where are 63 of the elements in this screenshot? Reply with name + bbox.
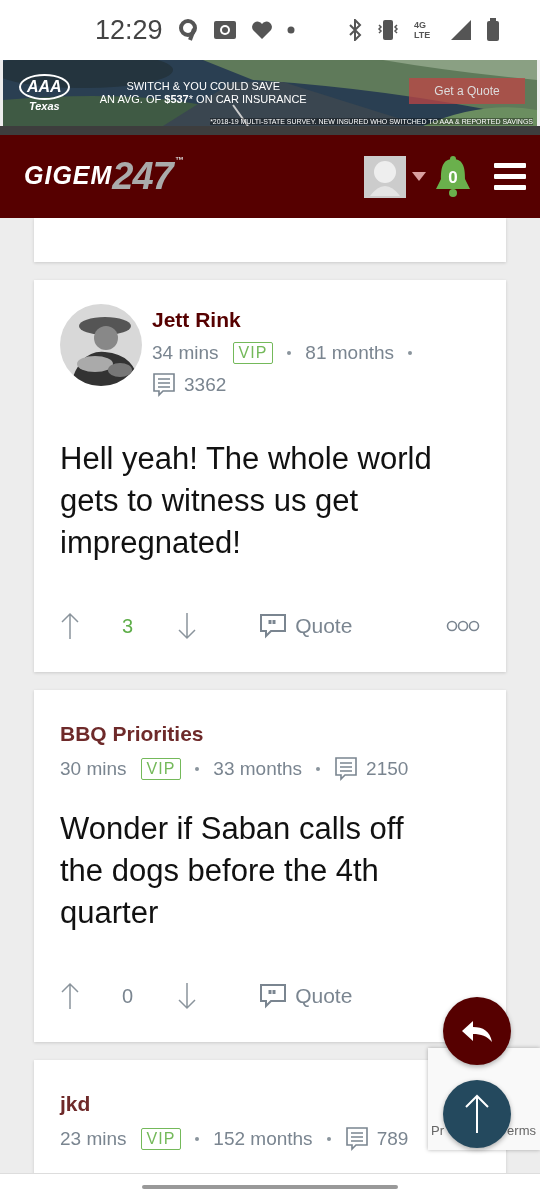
heart-icon [250, 20, 273, 40]
separator-dot [326, 1137, 331, 1141]
separator-dot [195, 767, 200, 771]
ad-region: Texas [28, 100, 60, 112]
ad-headline: AN AVG. OF $537* ON CAR INSURANCE [99, 93, 307, 107]
downvote-icon[interactable] [177, 982, 198, 1010]
post-count: 789 [376, 1128, 409, 1150]
trademark: ™ [174, 155, 184, 165]
dot-icon [286, 26, 295, 34]
separator-dot [195, 1137, 200, 1141]
vip-badge: VIP [232, 342, 274, 364]
clock: 12:29 [95, 14, 163, 46]
logo-number[interactable]: 247 [112, 155, 173, 198]
post-count: 3362 [184, 374, 227, 396]
downvote-icon[interactable] [177, 612, 198, 640]
author-name[interactable]: Jett Rink [152, 308, 480, 332]
post-time: 34 mins [152, 342, 219, 364]
menu-icon[interactable] [494, 162, 526, 191]
upvote-icon[interactable] [60, 982, 80, 1010]
quote-icon [259, 613, 288, 639]
caret-icon[interactable] [412, 172, 426, 181]
network-type: 4G LTE [414, 20, 432, 40]
ad-logo: AAA [19, 74, 70, 100]
vote-score: 3 [122, 614, 134, 638]
member-tenure: 81 months [305, 342, 395, 364]
separator-dot [287, 351, 292, 355]
separator-dot [316, 767, 321, 771]
vip-badge: VIP [140, 1128, 182, 1150]
member-tenure: 33 months [213, 758, 303, 780]
post-time: 23 mins [60, 1128, 127, 1150]
post-body: Hell yeah! The whole world gets to witness us get impregnated! [60, 440, 432, 562]
upvote-icon[interactable] [60, 612, 80, 640]
comment-icon [334, 756, 359, 782]
vibrate-icon [376, 19, 400, 41]
ad-quote-button[interactable]: Get a Quote [409, 78, 525, 104]
battery-icon [486, 18, 500, 42]
home-handle[interactable] [142, 1185, 398, 1189]
comment-icon [344, 1126, 369, 1152]
user-avatar[interactable] [364, 155, 406, 198]
ad-headline: SWITCH & YOU COULD SAVE [126, 79, 280, 93]
author-name[interactable]: jkd [60, 1092, 409, 1116]
recaptcha-link[interactable]: erms [507, 1123, 536, 1138]
quote-icon [259, 983, 288, 1009]
vote-score: 0 [122, 984, 134, 1008]
bluetooth-icon [348, 19, 362, 41]
quote-button[interactable]: Quote [259, 983, 353, 1009]
signal-icon [450, 19, 472, 41]
post-time: 30 mins [60, 758, 127, 780]
camera-icon [212, 20, 237, 40]
post-count: 2150 [366, 758, 409, 780]
quote-button[interactable]: Quote [259, 613, 353, 639]
more-icon[interactable] [446, 620, 480, 632]
separator-dot [408, 351, 413, 355]
recaptcha-link[interactable]: Pr [431, 1123, 444, 1138]
reply-icon [461, 1019, 493, 1043]
member-tenure: 152 months [213, 1128, 313, 1150]
post-body: Wonder if Saban calls off the dogs before the 4th quarter [60, 810, 405, 932]
vip-badge: VIP [140, 758, 182, 780]
app-icon [176, 19, 199, 41]
comment-icon [152, 372, 176, 398]
logo-word[interactable]: GIGEM [24, 161, 113, 190]
author-name[interactable]: BBQ Priorities [60, 722, 409, 746]
arrow-up-icon [464, 1094, 490, 1134]
